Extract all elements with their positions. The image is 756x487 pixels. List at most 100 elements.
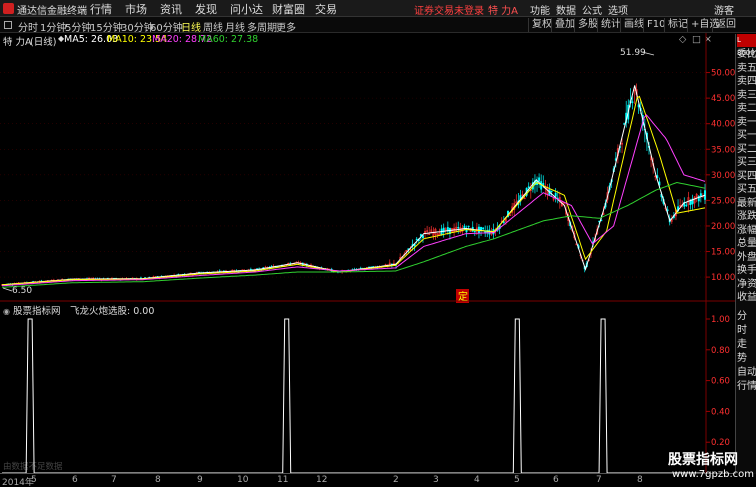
candle-body [422,235,424,238]
layout-icon[interactable] [4,21,12,29]
date-label-14: 7 [596,475,602,485]
candle-body [538,177,541,182]
menu-trade[interactable]: 交易 [315,1,337,17]
date-label-2: 6 [72,475,78,485]
indicator-footer: 由数据不足数据 [3,461,63,472]
side-tab-3[interactable]: 卖三 [737,89,756,102]
candle-body [482,227,485,230]
ma-line-ma60 [1,181,706,288]
date-label-11: 4 [474,475,480,485]
menu-xiaoda[interactable]: 问小达 [230,1,263,17]
menu-wealth[interactable]: 财富圈 [272,1,305,17]
date-label-4: 8 [155,475,161,485]
side-tab-18[interactable]: 收益 [737,291,756,304]
indicator-panel: ◉ 股票指标网 飞龙火炮选股: 0.00 由数据不足数据 1.00 0.80 0.6… [0,300,735,473]
price-axis: 50.00 45.00 40.00 35.00 30.00 25.00 20.00 15.00… [706,69,735,283]
menu-hq[interactable]: 行情 [90,1,112,17]
period-more[interactable]: 更多 [276,19,296,34]
indicator-tick-label-1: 0.80 [711,346,730,356]
side-tab-12[interactable]: 涨跌 [737,210,756,223]
menu-function[interactable]: 功能 [530,2,550,17]
low-price-label: 6.50 [12,286,32,296]
indicator-tick-label-3: 0.40 [711,407,730,417]
candle-body [473,230,476,233]
side-tab-5[interactable]: 卖一 [737,116,756,129]
login-status[interactable]: 证券交易未登录特 力A [414,2,518,17]
kline-chart[interactable]: 50.00 45.00 40.00 35.00 30.00 25.00 20.00 15.00… [0,33,735,473]
side-tab-4[interactable]: 卖二 [737,102,756,115]
date-label-15: 8 [637,475,643,485]
side-tab-9[interactable]: 买四 [737,170,756,183]
candle-body [502,221,505,223]
period-weekly[interactable]: 周线 [203,19,223,34]
candle-body [457,227,460,229]
watermark-title: 股票指标网 [668,452,738,468]
side-tab-13[interactable]: 涨幅 [737,224,756,237]
side-tab-6[interactable]: 买一 [737,129,756,142]
side-bottom-tab-5[interactable]: 行情 [737,380,756,393]
period-multi[interactable]: 多周期 [247,19,277,34]
price-tick-label-2: 40.00 [711,120,735,130]
menu-options[interactable]: 选项 [608,2,628,17]
side-tab-10[interactable]: 买五 [737,183,756,196]
date-label-9: 2 [393,475,399,485]
side-tab-8[interactable]: 买三 [737,156,756,169]
price-tick-label-1: 45.00 [711,94,735,104]
price-tick-label-6: 20.00 [711,222,735,232]
menu-discover[interactable]: 发现 [195,1,217,17]
side-tab-16[interactable]: 换手 [737,264,756,277]
side-bottom-tab-4[interactable]: 自动 [737,366,756,379]
period-monthly[interactable]: 月线 [225,19,245,34]
menu-formula[interactable]: 公式 [582,2,602,17]
period-fenshi[interactable]: 分时 [18,19,38,34]
ma-line-ma5 [1,85,706,286]
period-5min[interactable]: 5分钟 [65,19,91,34]
date-label-10: 3 [433,475,439,485]
indicator-collapse-icon[interactable]: ◉ [3,307,10,316]
price-tick-label-3: 35.00 [711,145,735,155]
period-30min[interactable]: 30分钟 [121,19,154,34]
moving-average-lines [1,85,706,288]
side-tab-14[interactable]: 总量 [737,237,756,250]
price-tick-label-0: 50.00 [711,69,735,79]
side-tab-7[interactable]: 买二 [737,143,756,156]
candle-body [554,192,557,197]
side-tab-17[interactable]: 净资 [737,278,756,291]
side-bottom-tab-2[interactable]: 走 [737,338,756,351]
quote-side-panel: L 8000 委比 卖五 卖四 卖三 卖二 卖一 买一 买二 买三 买四 买五 最新 涨跌 涨幅 总量 外盘换… [735,34,756,474]
indicator-formula: 飞龙火炮选股: 0.00 [70,305,154,317]
indicator-axis: 1.00 0.80 0.60 0.40 0.20 [706,315,730,448]
side-tab-15[interactable]: 外盘 [737,251,756,264]
date-label-13: 6 [553,475,559,485]
side-tab-11[interactable]: 最新 [737,197,756,210]
menu-market[interactable]: 市场 [125,1,147,17]
guest-label[interactable]: 游客 [714,2,734,17]
date-label-3: 7 [111,475,117,485]
period-daily[interactable]: 日线 [181,19,201,34]
ma-line-ma10 [1,95,706,286]
high-price-label: 51.99 [620,48,646,58]
candle-body [685,204,688,207]
candle-body [467,225,470,228]
side-bottom-tab-1[interactable]: 时 [737,324,756,337]
candle-body [550,190,553,193]
tab-back[interactable]: 返回 [712,18,739,32]
side-bottom-tab-0[interactable]: 分 [737,310,756,323]
date-label-5: 9 [197,475,203,485]
candle-body [527,186,530,188]
side-bottom-tab-3[interactable]: 势 [737,352,756,365]
date-label-6: 10 [237,475,249,485]
menu-data[interactable]: 数据 [556,2,576,17]
signal-line [2,318,705,473]
side-tab-0[interactable]: 委比 [737,48,756,61]
side-tab-1[interactable]: 卖五 [737,62,756,75]
price-tick-label-5: 25.00 [711,196,735,206]
indicator-tick-label-0: 1.00 [711,315,730,325]
app-title: 通达信金融终端 [17,6,87,17]
side-tab-2[interactable]: 卖四 [737,75,756,88]
period-1min[interactable]: 1分钟 [40,19,66,34]
period-60min[interactable]: 60分钟 [150,19,183,34]
watermark-url: www.7gpzb.com [672,469,754,480]
menu-news[interactable]: 资讯 [160,1,182,17]
period-15min[interactable]: 15分钟 [90,19,123,34]
